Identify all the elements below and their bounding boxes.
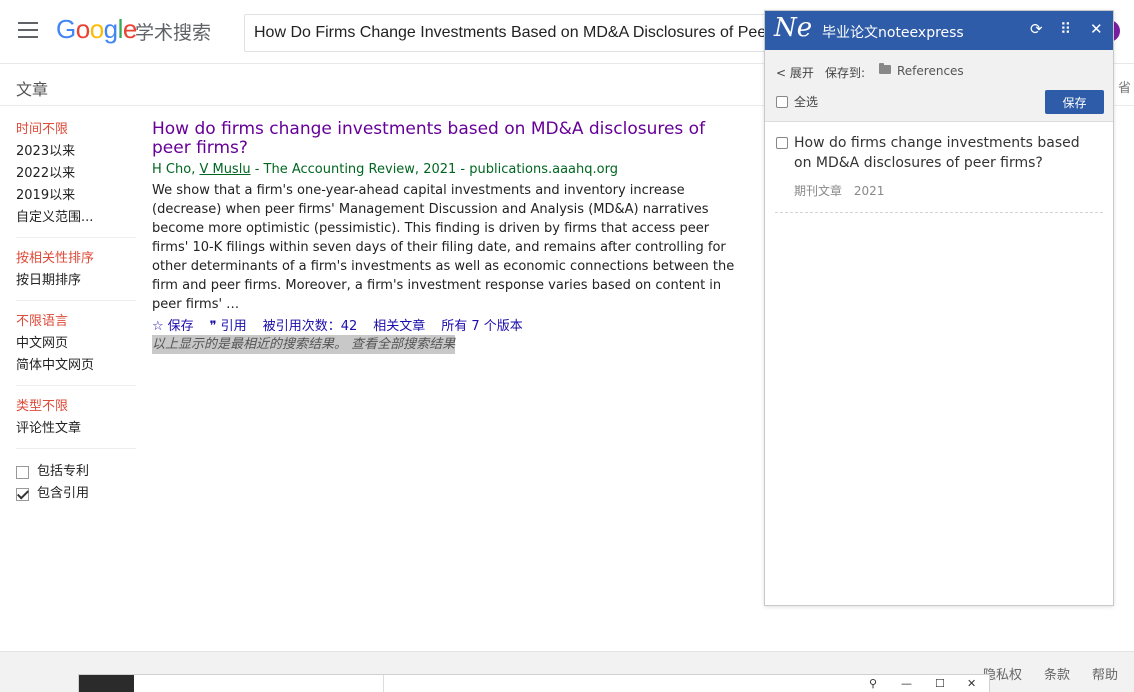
include-citations-label: 包含引用 bbox=[37, 486, 90, 501]
save-link[interactable]: ☆ 保存 bbox=[152, 318, 194, 336]
related-articles-link[interactable]: 相关文章 bbox=[373, 318, 425, 336]
star-icon: ☆ bbox=[152, 319, 164, 334]
hamburger-menu-icon[interactable] bbox=[18, 22, 38, 40]
grid-icon[interactable]: ⠿ bbox=[1060, 20, 1071, 38]
select-all-label: 全选 bbox=[794, 95, 819, 109]
result-source: - The Accounting Review, 2021 - publicat… bbox=[250, 162, 618, 177]
type-any[interactable]: 类型不限 bbox=[16, 396, 136, 418]
expand-button[interactable]: < 展开 bbox=[776, 64, 814, 81]
result-snippet: We show that a firm's one-year-ahead cap… bbox=[152, 183, 735, 312]
item-year: 2021 bbox=[853, 184, 885, 198]
include-patents-checkbox[interactable]: 包括专利 bbox=[16, 461, 136, 483]
search-box[interactable] bbox=[244, 14, 804, 52]
cited-by-link[interactable]: 被引用次数：42 bbox=[263, 318, 358, 336]
ne-header: Ne 毕业论文noteexpress ⟳ ⠿ ✕ bbox=[765, 11, 1113, 50]
checkbox-icon bbox=[776, 95, 788, 108]
select-all-checkbox[interactable]: 全选 bbox=[776, 93, 818, 110]
subheader-right-link[interactable]: 省 bbox=[1118, 77, 1131, 96]
refresh-icon[interactable]: ⟳ bbox=[1030, 20, 1043, 38]
save-label: 保存 bbox=[167, 319, 194, 334]
result-actions: ☆ 保存 ❞ 引用 被引用次数：42 相关文章 所有 7 个版本 bbox=[152, 318, 742, 336]
checkbox-icon bbox=[16, 465, 29, 479]
sort-by-relevance[interactable]: 按相关性排序 bbox=[16, 248, 136, 270]
bottom-window-bar: ⚲ — ☐ ✕ bbox=[78, 674, 990, 692]
result-title-link[interactable]: How do firms change investments based on… bbox=[152, 120, 742, 158]
all-versions-link[interactable]: 所有 7 个版本 bbox=[441, 318, 523, 336]
cite-link[interactable]: ❞ 引用 bbox=[210, 318, 247, 336]
filter-since-2023[interactable]: 2023以来 bbox=[16, 141, 136, 163]
page-title: 文章 bbox=[16, 80, 49, 99]
checkbox-checked-icon bbox=[16, 487, 29, 501]
time-filter-group: 时间不限 2023以来 2022以来 2019以来 自定义范围... bbox=[16, 119, 136, 238]
save-to-label: 保存到: bbox=[825, 66, 866, 80]
lang-simplified-chinese[interactable]: 简体中文网页 bbox=[16, 355, 136, 377]
author-link[interactable]: V Muslu bbox=[199, 162, 250, 177]
result-meta: H Cho, V Muslu - The Accounting Review, … bbox=[152, 161, 742, 179]
sort-group: 按相关性排序 按日期排序 bbox=[16, 248, 136, 301]
ne-title: 毕业论文noteexpress bbox=[822, 25, 964, 41]
include-citations-checkbox[interactable]: 包含引用 bbox=[16, 483, 136, 505]
folder-name[interactable]: References bbox=[897, 64, 964, 78]
closest-results-notice[interactable]: 以上显示的是最相近的搜索结果。 查看全部搜索结果 bbox=[152, 335, 456, 354]
filter-since-2019[interactable]: 2019以来 bbox=[16, 185, 136, 207]
maximize-icon[interactable]: ☐ bbox=[935, 677, 945, 690]
ne-item-title[interactable]: How do firms change investments based on… bbox=[794, 133, 1099, 173]
minimize-icon[interactable]: — bbox=[901, 677, 912, 690]
search-result: How do firms change investments based on… bbox=[152, 120, 742, 336]
sidebar: 时间不限 2023以来 2022以来 2019以来 自定义范围... 按相关性排… bbox=[16, 119, 136, 505]
language-group: 不限语言 中文网页 简体中文网页 bbox=[16, 311, 136, 386]
ne-item-meta: 期刊文章 2021 bbox=[794, 182, 892, 199]
terms-link[interactable]: 条款 bbox=[1044, 664, 1070, 683]
author-name: H Cho bbox=[152, 162, 192, 177]
item-checkbox[interactable] bbox=[776, 137, 788, 149]
noteexpress-panel: Ne 毕业论文noteexpress ⟳ ⠿ ✕ < 展开 保存到: Refer… bbox=[764, 10, 1114, 606]
lang-any[interactable]: 不限语言 bbox=[16, 311, 136, 333]
filter-any-time[interactable]: 时间不限 bbox=[16, 119, 136, 141]
close-icon[interactable]: ✕ bbox=[1090, 20, 1103, 38]
type-group: 类型不限 评论性文章 bbox=[16, 396, 136, 449]
sort-by-date[interactable]: 按日期排序 bbox=[16, 270, 136, 292]
google-logo[interactable]: Google bbox=[56, 14, 137, 45]
help-link[interactable]: 帮助 bbox=[1092, 664, 1118, 683]
filter-since-2022[interactable]: 2022以来 bbox=[16, 163, 136, 185]
divider bbox=[383, 675, 384, 692]
filter-custom-range[interactable]: 自定义范围... bbox=[16, 207, 136, 229]
search-input[interactable] bbox=[245, 15, 803, 51]
scholar-logo-text[interactable]: 学术搜索 bbox=[135, 18, 211, 45]
quote-icon: ❞ bbox=[209, 319, 217, 334]
pin-icon[interactable]: ⚲ bbox=[869, 677, 877, 690]
lang-chinese[interactable]: 中文网页 bbox=[16, 333, 136, 355]
window-thumbnail[interactable] bbox=[79, 675, 134, 692]
item-type: 期刊文章 bbox=[794, 184, 843, 198]
cite-label: 引用 bbox=[220, 319, 247, 334]
ne-save-button[interactable]: 保存 bbox=[1045, 90, 1104, 114]
type-review[interactable]: 评论性文章 bbox=[16, 418, 136, 440]
ne-toolbar: < 展开 保存到: References 全选 保存 bbox=[765, 50, 1113, 122]
include-patents-label: 包括专利 bbox=[37, 464, 90, 479]
folder-icon bbox=[879, 63, 891, 74]
ne-logo: Ne bbox=[774, 13, 813, 43]
ne-list-item: How do firms change investments based on… bbox=[775, 133, 1103, 213]
close-icon[interactable]: ✕ bbox=[967, 677, 976, 690]
